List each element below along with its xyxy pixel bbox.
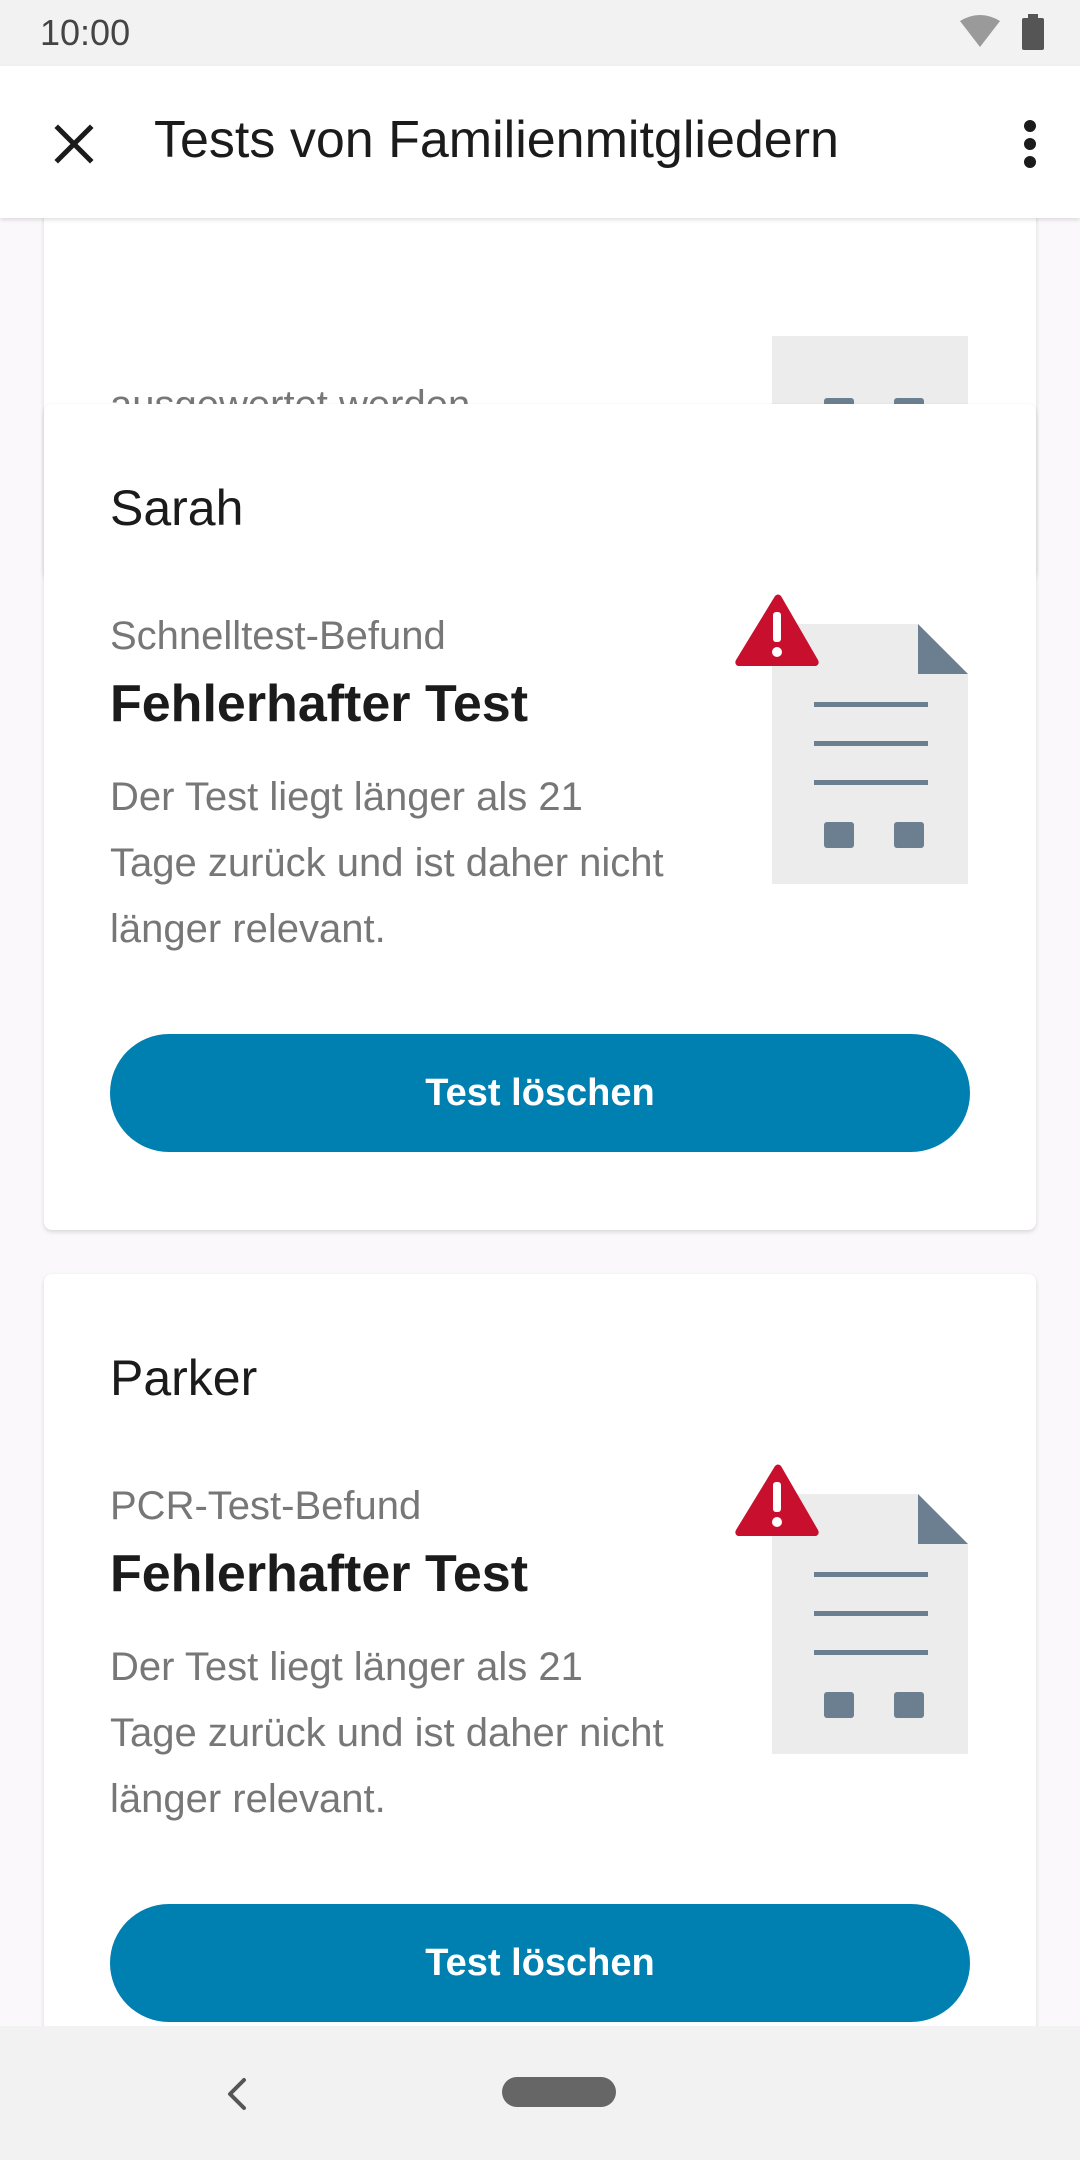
- more-vert-icon: [1024, 120, 1036, 168]
- status-time: 10:00: [40, 12, 131, 53]
- document-warning-icon: [735, 594, 968, 884]
- overflow-menu-button[interactable]: [1010, 112, 1050, 176]
- status-bar: 10:00: [0, 0, 1080, 66]
- document-warning-icon: [735, 1464, 968, 1754]
- delete-test-button[interactable]: Test löschen: [110, 1034, 970, 1152]
- page-title: Tests von Familienmitgliedern: [154, 111, 839, 169]
- test-description: Der Test liegt länger als 21 Tage zurück…: [110, 775, 664, 951]
- back-icon: [228, 2078, 246, 2110]
- system-nav-bar: [0, 2026, 1080, 2160]
- test-description: Der Test liegt länger als 21 Tage zurück…: [110, 1645, 664, 1821]
- test-card-parker: Parker PCR-Test-Befund Fehlerhafter Test…: [44, 1274, 1036, 2026]
- battery-icon: [1022, 14, 1044, 50]
- home-pill[interactable]: [502, 2077, 616, 2107]
- test-result: Fehlerhafter Test: [110, 675, 529, 733]
- test-type: Schnelltest-Befund: [110, 614, 446, 658]
- test-list[interactable]: ausgewertet werden. Sarah Schnelltest-Be…: [0, 218, 1080, 2026]
- back-button[interactable]: [216, 2066, 256, 2122]
- delete-test-button[interactable]: Test löschen: [110, 1904, 970, 2022]
- close-button[interactable]: [46, 116, 102, 172]
- status-icons: [958, 14, 1044, 50]
- wifi-icon: [960, 15, 1000, 47]
- test-card-sarah: Sarah Schnelltest-Befund Fehlerhafter Te…: [44, 404, 1036, 1230]
- close-icon: [54, 124, 94, 164]
- test-type: PCR-Test-Befund: [110, 1484, 422, 1528]
- family-member-name: Sarah: [110, 480, 244, 536]
- family-member-name: Parker: [110, 1350, 258, 1406]
- app-bar: Tests von Familienmitgliedern: [0, 66, 1080, 218]
- test-result: Fehlerhafter Test: [110, 1545, 529, 1603]
